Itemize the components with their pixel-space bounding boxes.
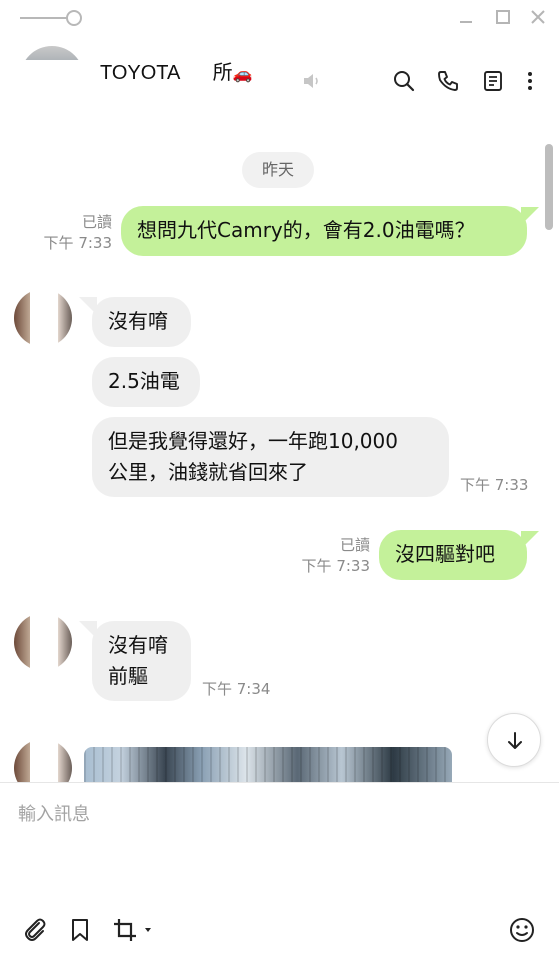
chat-messages[interactable]: 昨天 已讀 下午 7:33 想問九代Camry的，會有2.0油電嗎？ 沒有唷 2… [0,116,559,782]
arrow-down-icon [508,732,522,749]
bubble-tail [521,207,539,225]
message-input[interactable] [0,783,559,893]
read-receipt: 已讀 [339,536,370,554]
message-time: 下午 7:33 [460,476,529,494]
screenshot-icon[interactable] [111,916,155,944]
scroll-to-bottom-button[interactable] [487,713,541,767]
contact-avatar[interactable] [14,289,72,347]
search-icon[interactable] [392,69,416,93]
pin-icon[interactable] [20,10,82,26]
message-bubble-incoming[interactable]: 但是我覺得還好，一年跑10,000 公里，油錢就省回來了 [92,417,449,497]
contact-avatar[interactable] [14,739,72,782]
chat-title-text: TOYOTA 所 [100,62,233,84]
emoji-icon[interactable] [508,916,536,944]
message-time: 下午 7:34 [202,680,271,698]
bubble-tail [521,531,539,549]
message-bubble-incoming[interactable]: 沒有唷 前驅 [92,621,191,701]
phone-icon[interactable] [436,69,460,93]
chat-header: TOYOTA 所🚗 [0,36,559,116]
message-bubble-incoming[interactable]: 2.5油電 [92,357,200,407]
message-bubble-incoming[interactable]: 沒有唷 [92,297,191,347]
date-separator: 昨天 [242,152,314,188]
title-bar [0,0,559,36]
more-icon[interactable] [518,69,542,93]
message-bubble-outgoing[interactable]: 沒四驅對吧 [379,530,527,580]
car-emoji: 🚗 [232,66,253,83]
contact-avatar[interactable] [14,613,72,671]
minimize-icon[interactable] [457,8,475,26]
attach-icon[interactable] [21,916,49,944]
message-time: 下午 7:33 [43,234,112,252]
read-receipt: 已讀 [81,213,112,231]
message-time: 下午 7:33 [301,557,370,575]
notes-icon[interactable] [481,69,505,93]
close-icon[interactable] [529,8,547,26]
chat-avatar[interactable] [20,46,84,60]
mute-icon [301,70,323,92]
message-photo[interactable] [84,747,452,782]
bookmark-icon[interactable] [66,916,94,944]
chat-scrollbar[interactable] [545,144,553,230]
chat-title[interactable]: TOYOTA 所🚗 [100,56,253,85]
maximize-icon[interactable] [494,8,512,26]
message-bubble-outgoing[interactable]: 想問九代Camry的，會有2.0油電嗎？ [121,206,527,256]
